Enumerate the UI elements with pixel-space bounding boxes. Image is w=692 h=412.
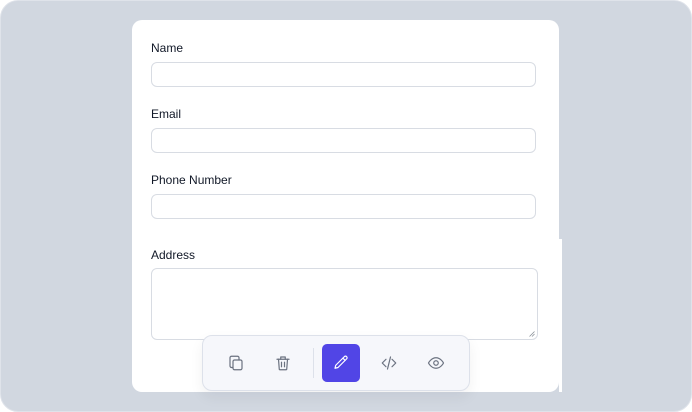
trash-icon	[276, 356, 290, 371]
name-input[interactable]	[151, 62, 536, 87]
delete-button[interactable]	[264, 344, 302, 382]
toolbar-divider	[313, 348, 314, 378]
pencil-icon	[334, 355, 348, 369]
copy-button[interactable]	[217, 344, 255, 382]
address-label: Address	[151, 248, 196, 262]
eye-icon	[427, 357, 445, 369]
edit-button[interactable]	[322, 344, 360, 382]
email-label: Email	[151, 107, 182, 121]
code-button[interactable]	[370, 344, 408, 382]
email-input[interactable]	[151, 128, 536, 153]
phone-number-input[interactable]	[151, 194, 536, 219]
floating-toolbar	[202, 335, 470, 391]
address-textarea[interactable]	[151, 268, 538, 340]
code-icon	[381, 356, 397, 370]
preview-button[interactable]	[417, 344, 455, 382]
resize-handle-icon[interactable]	[529, 331, 535, 337]
card-edge	[559, 239, 562, 392]
name-label: Name	[151, 41, 184, 55]
copy-icon	[229, 355, 243, 371]
canvas-frame: Name Email Phone Number Address	[0, 0, 692, 412]
phone-number-label: Phone Number	[151, 173, 232, 187]
